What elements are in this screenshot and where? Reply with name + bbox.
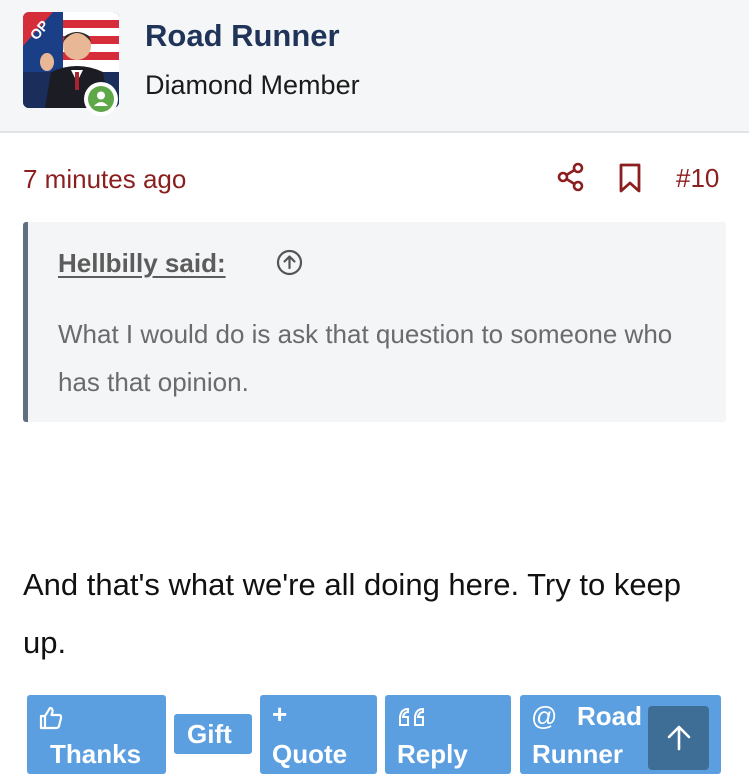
arrow-up-circle-icon[interactable] bbox=[276, 249, 303, 276]
quote-block: Hellbilly said: What I would do is ask t… bbox=[23, 222, 726, 422]
share-icon[interactable] bbox=[556, 162, 586, 192]
username[interactable]: Road Runner bbox=[145, 18, 340, 54]
mention-label-line2: Runner bbox=[532, 739, 623, 769]
post-time[interactable]: 7 minutes ago bbox=[23, 164, 186, 195]
post-body: And that's what we're all doing here. Tr… bbox=[23, 567, 682, 660]
mention-label-line1: Road bbox=[577, 701, 642, 731]
person-online-icon bbox=[88, 86, 114, 112]
quote-author[interactable]: Hellbilly said: bbox=[58, 248, 226, 279]
gift-label: Gift bbox=[187, 719, 232, 749]
scroll-to-top-button[interactable] bbox=[648, 706, 709, 770]
reply-button[interactable]: Reply bbox=[385, 695, 511, 774]
user-header: OP Road Runner Diamond Member bbox=[0, 0, 749, 133]
gift-button[interactable]: Gift bbox=[174, 714, 252, 754]
thanks-label: Thanks bbox=[50, 739, 142, 769]
reply-label: Reply bbox=[397, 739, 468, 769]
online-status bbox=[84, 82, 118, 116]
thanks-button[interactable]: Thanks bbox=[27, 695, 166, 774]
thumbs-up-icon bbox=[39, 706, 63, 730]
quote-label: Quote bbox=[272, 739, 348, 769]
quote-marks-icon bbox=[399, 707, 424, 726]
quote-text: What I would do is ask that question to … bbox=[58, 319, 673, 397]
bookmark-icon[interactable] bbox=[616, 162, 644, 194]
at-icon: @ bbox=[531, 701, 558, 731]
user-title: Diamond Member bbox=[145, 70, 360, 100]
quote-button[interactable]: + Quote bbox=[260, 695, 377, 774]
arrow-up-icon bbox=[667, 725, 690, 751]
plus-icon: + bbox=[272, 699, 288, 729]
post-number[interactable]: #10 bbox=[676, 163, 719, 194]
